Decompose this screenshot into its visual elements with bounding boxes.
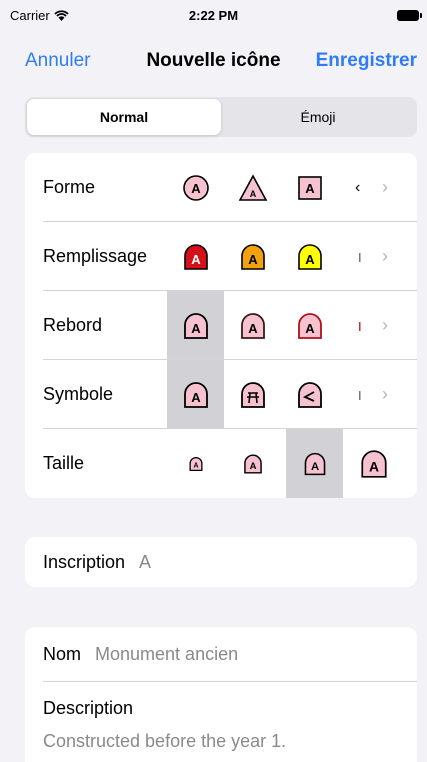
size-option-medium[interactable]: A: [224, 429, 281, 498]
shape-label: Forme: [43, 177, 96, 197]
size-option-small[interactable]: A: [167, 429, 224, 498]
border-option-black[interactable]: A: [167, 291, 224, 360]
name-field[interactable]: Nom Monument ancien: [25, 627, 417, 682]
symbol-label: Symbole: [43, 384, 114, 404]
name-label: Nom: [43, 644, 82, 664]
shape-option-diamond-partial[interactable]: ‹: [355, 153, 363, 222]
svg-text:A: A: [310, 461, 318, 473]
svg-text:A: A: [191, 321, 201, 336]
border-row[interactable]: Rebord A A A ›: [25, 291, 417, 360]
chevron-right-icon: ›: [382, 384, 388, 404]
svg-text:A: A: [305, 321, 315, 336]
status-time: 2:22 PM: [188, 8, 239, 23]
shape-row[interactable]: Forme A A A ‹ ›: [25, 153, 417, 222]
name-value[interactable]: Monument ancien: [95, 644, 238, 665]
svg-text:A: A: [191, 252, 201, 267]
description-value[interactable]: Constructed before the year 1.: [25, 719, 417, 752]
symbol-option-angle[interactable]: [281, 360, 338, 429]
chevron-right-icon: ›: [382, 246, 388, 266]
inscription-value[interactable]: A: [139, 552, 151, 573]
battery-icon: [397, 10, 422, 21]
symbol-row[interactable]: Symbole A ›: [25, 360, 417, 429]
inscription-field[interactable]: Inscription A: [25, 537, 417, 587]
size-row[interactable]: Taille A A A A: [25, 429, 417, 498]
border-option-dark[interactable]: A: [224, 291, 281, 360]
svg-text:A: A: [305, 181, 315, 196]
shape-option-circle[interactable]: A: [167, 153, 224, 222]
svg-text:A: A: [248, 321, 258, 336]
size-label: Taille: [43, 453, 85, 473]
svg-text:A: A: [368, 458, 378, 474]
fill-option-red[interactable]: A: [167, 222, 224, 291]
shape-option-square[interactable]: A: [281, 153, 338, 222]
fill-row[interactable]: Remplissage A A A ›: [25, 222, 417, 291]
status-bar: Carrier 2:22 PM: [0, 0, 427, 30]
fill-option-partial[interactable]: [358, 222, 366, 291]
inscription-label: Inscription: [43, 551, 126, 572]
shape-option-triangle[interactable]: A: [224, 153, 281, 222]
border-option-partial[interactable]: [358, 291, 366, 360]
divider: [43, 681, 417, 682]
chevron-right-icon: ›: [382, 315, 388, 335]
navigation-bar: Annuler Nouvelle icône Enregistrer: [0, 44, 427, 78]
icon-options-card: Forme A A A ‹ › Remplissage A A A › Rebo…: [25, 153, 417, 498]
fill-option-orange[interactable]: A: [224, 222, 281, 291]
svg-text:A: A: [191, 390, 201, 405]
svg-text:A: A: [191, 181, 201, 196]
inscription-card: Inscription A: [25, 537, 417, 587]
symbol-option-gate[interactable]: [224, 360, 281, 429]
border-label: Rebord: [43, 315, 103, 335]
details-card: Nom Monument ancien Description Construc…: [25, 627, 417, 762]
svg-text:A: A: [248, 252, 258, 267]
segment-emoji[interactable]: Émoji: [221, 99, 415, 135]
fill-option-yellow[interactable]: A: [281, 222, 338, 291]
svg-text:A: A: [193, 462, 198, 469]
size-option-large[interactable]: A: [286, 429, 343, 498]
size-option-xlarge[interactable]: A: [345, 429, 402, 498]
description-label: Description: [43, 698, 134, 718]
mode-segmented-control: Normal Émoji: [25, 97, 417, 137]
svg-text:A: A: [249, 189, 256, 199]
svg-text:A: A: [249, 461, 256, 472]
symbol-option-letter[interactable]: A: [167, 360, 224, 429]
border-option-red[interactable]: A: [281, 291, 338, 360]
fill-label: Remplissage: [43, 246, 148, 266]
segment-normal[interactable]: Normal: [27, 99, 221, 135]
symbol-option-partial[interactable]: [358, 360, 366, 429]
svg-text:A: A: [305, 252, 315, 267]
chevron-right-icon: ›: [382, 177, 388, 197]
save-button[interactable]: Enregistrer: [316, 50, 417, 72]
